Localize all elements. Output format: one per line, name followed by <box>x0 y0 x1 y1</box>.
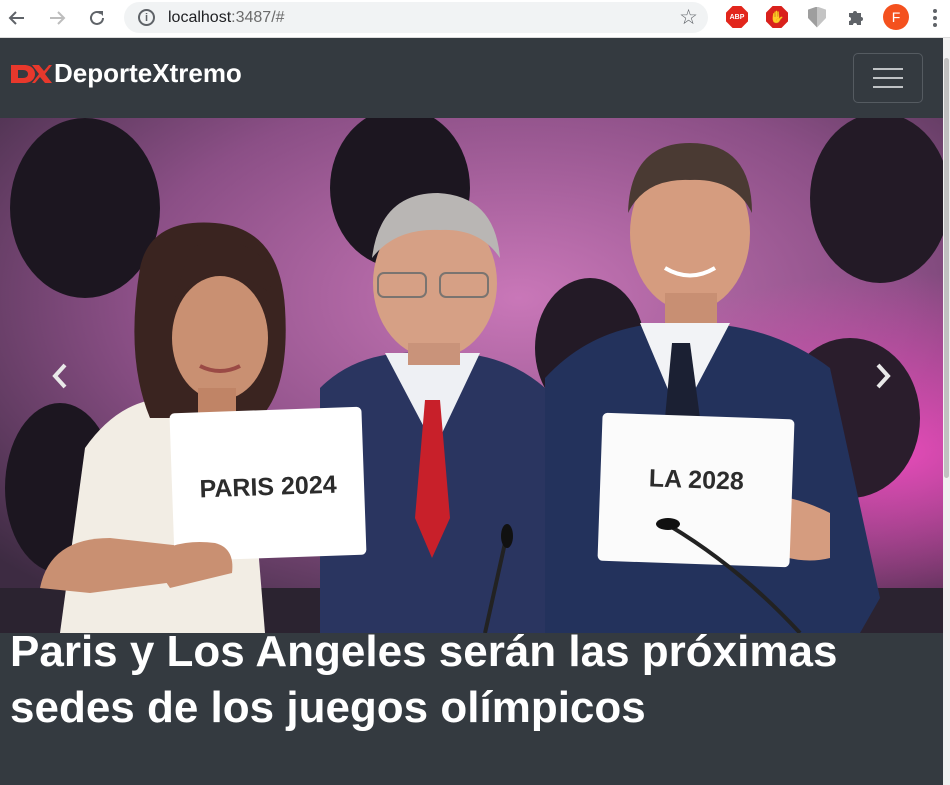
back-button[interactable] <box>2 4 32 32</box>
arrow-left-icon <box>8 11 24 25</box>
carousel-slide-image: PARIS 2024 LA 2028 <box>0 118 943 633</box>
sign-la-2028: LA 2028 <box>648 464 744 495</box>
browser-menu-button[interactable] <box>925 5 945 31</box>
info-icon[interactable]: i <box>138 9 155 26</box>
brand-name: DeporteXtremo <box>54 58 242 88</box>
url-field[interactable]: localhost:3487/# <box>168 9 285 27</box>
star-icon[interactable]: ☆ <box>679 5 698 30</box>
profile-avatar[interactable]: F <box>883 4 909 30</box>
reload-icon <box>90 10 104 25</box>
shield-icon <box>808 6 826 28</box>
news-carousel: PARIS 2024 LA 2028 <box>0 118 943 633</box>
brand-link[interactable]: DeporteXtremo <box>10 58 242 89</box>
page-scrollbar[interactable] <box>943 38 950 785</box>
dot-icon <box>933 9 937 13</box>
carousel-prev-button[interactable] <box>0 118 120 633</box>
shield-extension-button[interactable] <box>805 5 829 29</box>
hamburger-line-icon <box>873 68 903 70</box>
dx-logo-icon <box>11 64 52 83</box>
scrollbar-thumb[interactable] <box>944 58 949 478</box>
url-path: :3487/# <box>231 8 285 26</box>
chevron-left-icon <box>52 363 67 388</box>
extensions-button[interactable] <box>844 5 868 29</box>
sign-paris-2024: PARIS 2024 <box>199 471 337 504</box>
url-host: localhost <box>168 8 232 26</box>
address-bar[interactable]: i localhost:3487/# ☆ <box>124 2 708 33</box>
adblock-extension-button[interactable]: ABP <box>725 5 749 29</box>
hamburger-line-icon <box>873 86 903 88</box>
reload-button[interactable] <box>82 4 112 32</box>
stop-extension-button[interactable]: ✋ <box>765 5 789 29</box>
navbar: DeporteXtremo <box>0 38 943 118</box>
chevron-right-icon <box>876 363 891 388</box>
navbar-toggle-button[interactable] <box>853 53 923 103</box>
hamburger-line-icon <box>873 77 903 79</box>
puzzle-icon <box>849 11 863 25</box>
article-headline: Paris y Los Angeles serán las próximas s… <box>10 627 838 732</box>
forward-button[interactable] <box>42 4 72 32</box>
browser-toolbar: i localhost:3487/# ☆ ABP ✋ F <box>0 0 950 38</box>
dot-icon <box>933 16 937 20</box>
carousel-next-button[interactable] <box>823 118 943 633</box>
arrow-right-icon <box>50 11 66 25</box>
dot-icon <box>933 23 937 27</box>
hand-stop-icon: ✋ <box>766 6 788 28</box>
adblock-icon: ABP <box>726 6 748 28</box>
